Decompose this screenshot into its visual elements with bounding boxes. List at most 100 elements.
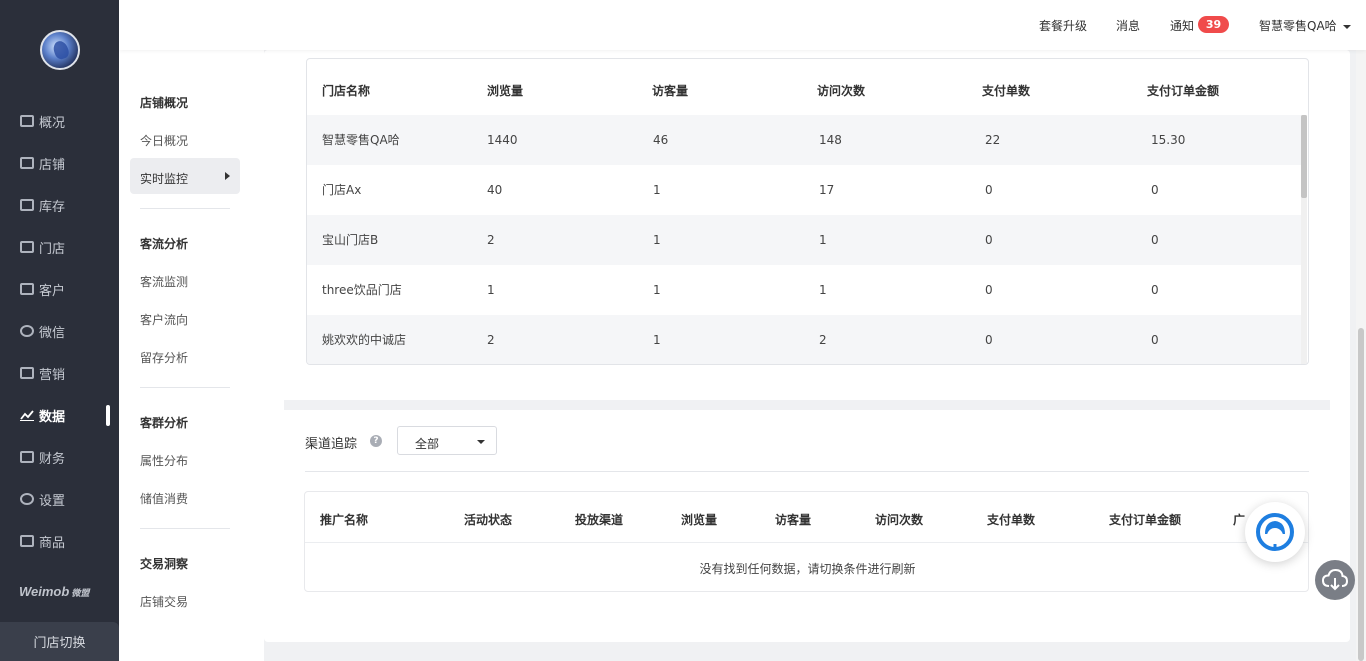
help-icon[interactable]: ? [370,435,382,447]
account-menu[interactable]: 智慧零售QA哈 [1259,17,1337,34]
table-row[interactable]: 门店Ax 40 1 17 0 0 [307,165,1302,215]
wechat-icon [20,325,34,337]
nav-item-store[interactable]: 门店 [20,237,65,257]
nav-item-label: 概况 [39,115,66,131]
table-header: 门店名称 浏览量 访客量 访问次数 支付单数 支付订单金额 [307,59,1308,115]
cell-orders: 0 [985,233,993,247]
table-row[interactable]: 智慧零售QA哈 1440 46 148 22 15.30 [307,115,1302,165]
nav-item-data[interactable]: 数据 [20,405,65,425]
subnav-link-traffic[interactable]: 客流监测 [140,273,188,290]
overview-icon [20,115,34,127]
cell-store-name: 姚欢欢的中诚店 [322,333,407,347]
shop-icon [20,157,34,169]
customer-icon [20,283,34,295]
cell-views: 2 [487,233,495,247]
finance-icon [20,451,34,463]
cell-views: 2 [487,333,495,347]
chevron-down-icon [477,440,485,444]
cell-views: 40 [487,183,503,197]
table-row[interactable]: three饮品门店 1 1 1 0 0 [307,265,1302,315]
cell-orders: 0 [985,333,993,347]
subnav-link-retention[interactable]: 留存分析 [140,349,188,366]
subnav-link-transactions[interactable]: 店铺交易 [140,593,188,610]
upgrade-link[interactable]: 套餐升级 [1039,17,1087,34]
subnav-divider [140,528,230,529]
column-header: 投放渠道 [575,513,624,527]
notify-link[interactable]: 通知 [1170,17,1194,34]
messages-link[interactable]: 消息 [1116,17,1140,34]
nav-item-customer[interactable]: 客户 [20,279,65,299]
nav-item-wechat[interactable]: 微信 [20,321,65,341]
customer-service-button[interactable] [1245,502,1305,562]
inventory-icon [20,199,34,211]
cell-visitors: 1 [653,233,661,247]
column-header: 访问次数 [817,84,866,98]
nav-item-overview[interactable]: 概况 [20,111,65,131]
nav-item-label: 门店 [39,241,66,257]
nav-item-label: 设置 [39,493,66,509]
top-bar: 套餐升级 消息 通知 39 智慧零售QA哈 [119,0,1366,50]
cell-visits: 148 [819,133,842,147]
subnav-group-title: 交易洞察 [140,557,189,571]
table-row[interactable]: 宝山门店B 2 1 1 0 0 [307,215,1302,265]
cloud-download-icon [1322,569,1348,591]
subnav-link-flow[interactable]: 客户流向 [140,311,188,328]
cell-store-name: 智慧零售QA哈 [322,133,400,147]
brand-logo: Weimob 微盟 [19,584,90,599]
page-scrollbar[interactable] [1356,50,1366,661]
column-header: 支付订单金额 [1109,513,1182,527]
settings-icon [20,493,34,505]
nav-item-shop[interactable]: 店铺 [20,153,65,173]
nav-item-label: 店铺 [39,157,66,173]
nav-item-finance[interactable]: 财务 [20,447,65,467]
channel-filter-select[interactable]: 全部 [397,426,497,455]
table-scrollbar-thumb[interactable] [1301,115,1307,198]
nav-item-label: 财务 [39,451,66,467]
app-logo[interactable] [40,30,80,70]
cell-store-name: 宝山门店B [322,233,379,247]
subnav-link-stored-value[interactable]: 储值消费 [140,490,188,507]
content-panel: 门店名称 浏览量 访客量 访问次数 支付单数 支付订单金额 智慧零售QA哈 14… [264,50,1350,642]
notify-count-badge: 39 [1198,16,1229,33]
nav-item-label: 客户 [39,283,66,299]
subnav-link-realtime[interactable]: 实时监控 [140,170,188,187]
table-scrollbar[interactable] [1301,115,1307,364]
subnav-divider [140,387,230,388]
column-header: 支付单数 [987,513,1036,527]
nav-item-inventory[interactable]: 库存 [20,195,65,215]
cell-views: 1440 [487,133,518,147]
main-nav: 概况 店铺 库存 门店 客户 微信 营销 数据 财务 设置 商品 Weimob … [0,0,119,661]
nav-item-marketing[interactable]: 营销 [20,363,65,383]
store-switch-button[interactable]: 门店切换 [0,622,119,661]
data-icon [20,409,34,421]
column-header: 广 [1233,513,1246,527]
cell-amount: 0 [1151,333,1159,347]
nav-item-label: 微信 [39,325,66,341]
subnav-group-title: 客群分析 [140,416,189,430]
nav-item-label: 营销 [39,367,66,383]
subnav-group-title: 店铺概况 [140,96,189,110]
column-header: 访问次数 [875,513,924,527]
column-header: 浏览量 [487,84,524,98]
nav-item-goods[interactable]: 商品 [20,531,65,551]
cell-orders: 22 [985,133,1001,147]
cell-views: 1 [487,283,495,297]
nav-item-label: 数据 [39,409,66,425]
channel-tracking-card: 渠道追踪 ? 全部 推广名称 活动状态 投放渠道 浏览量 访客量 访问次数 支付… [284,410,1330,620]
cell-visits: 1 [819,233,827,247]
subnav-divider [140,208,230,209]
table-row[interactable]: 姚欢欢的中诚店 2 1 2 0 0 [307,315,1302,364]
download-button[interactable] [1315,560,1355,600]
subnav-link-attributes[interactable]: 属性分布 [140,452,188,469]
main-content: 门店名称 浏览量 访客量 访问次数 支付单数 支付订单金额 智慧零售QA哈 14… [264,50,1350,642]
nav-item-settings[interactable]: 设置 [20,489,65,509]
column-header: 活动状态 [464,513,513,527]
divider [305,542,1308,543]
page-scrollbar-thumb[interactable] [1358,328,1364,661]
column-header: 门店名称 [322,84,371,98]
cell-store-name: three饮品门店 [322,283,402,297]
sub-nav: 店铺概况 今日概况 实时监控 客流分析 客流监测 客户流向 留存分析 客群分析 … [119,0,264,661]
cell-orders: 0 [985,183,993,197]
chevron-down-icon [1343,25,1351,29]
subnav-link-today[interactable]: 今日概况 [140,132,188,149]
